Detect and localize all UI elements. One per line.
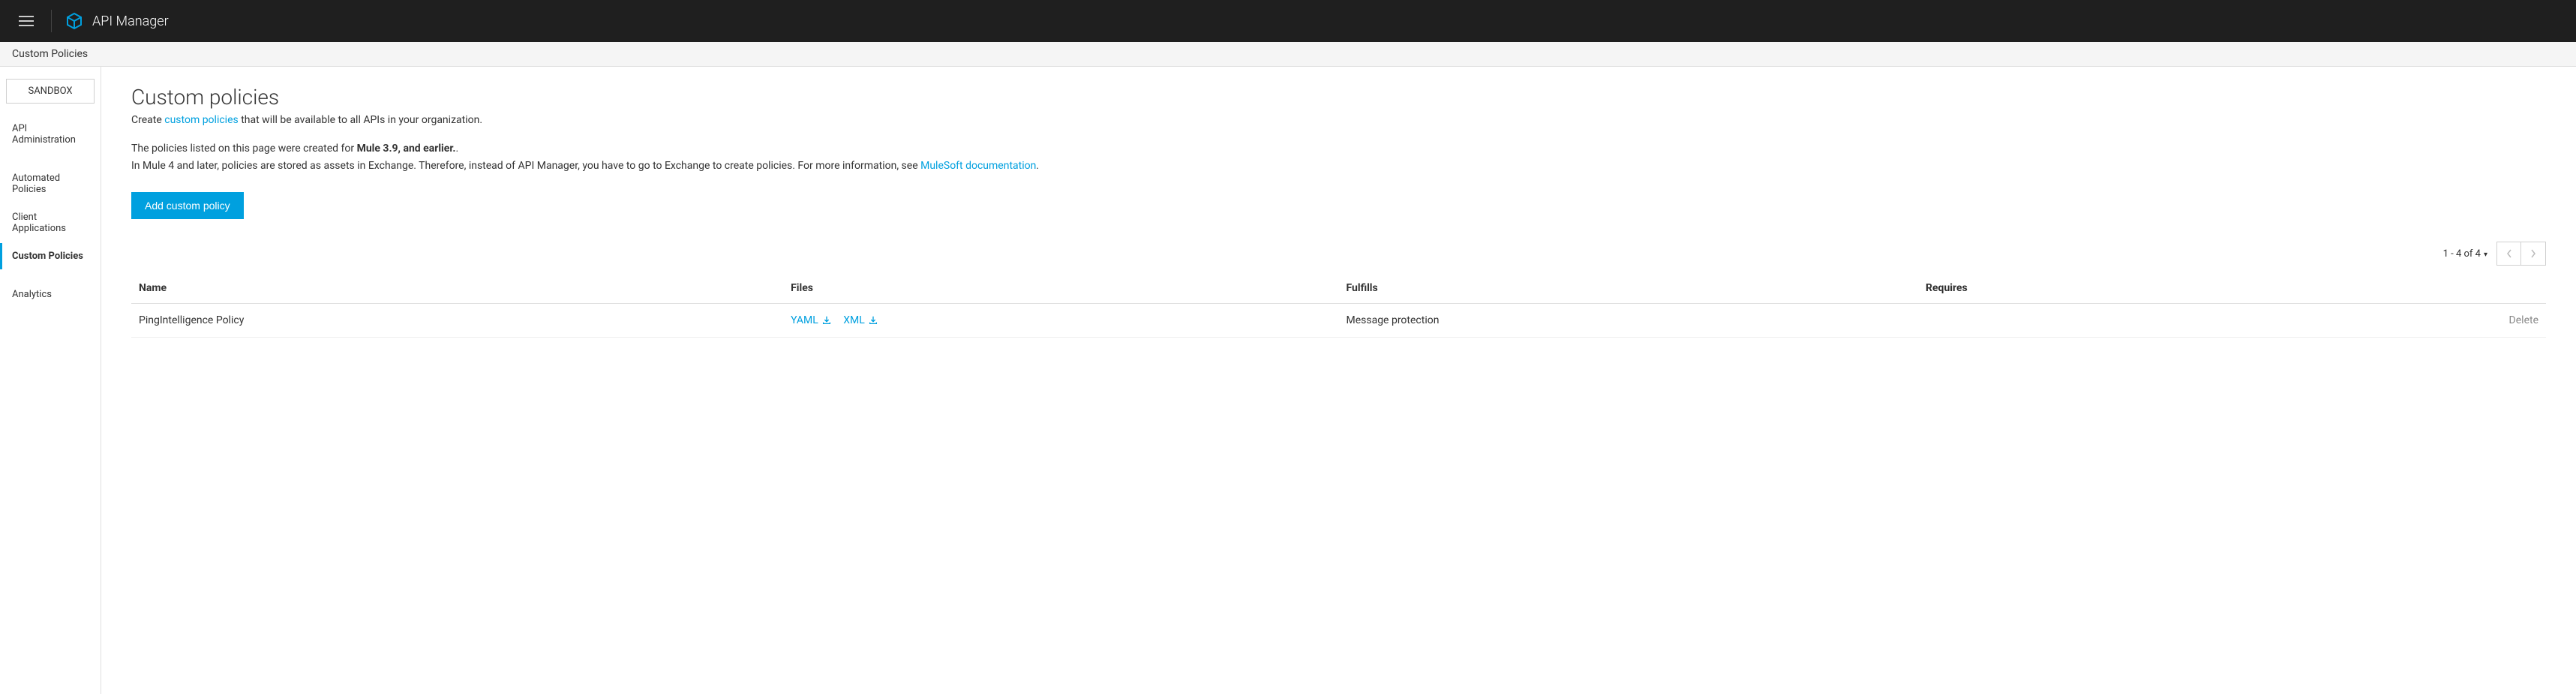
- sidebar-item-api-administration[interactable]: API Administration: [0, 116, 101, 153]
- subtitle-prefix: Create: [131, 114, 164, 126]
- info-line-1: The policies listed on this page were cr…: [131, 141, 2546, 157]
- info-line2-suffix: .: [1036, 160, 1039, 172]
- chevron-down-icon: ▾: [2484, 251, 2487, 259]
- sidebar-item-automated-policies[interactable]: Automated Policies: [0, 165, 101, 203]
- table-header-actions: [2352, 273, 2546, 304]
- pagination-prev-button[interactable]: [2497, 242, 2521, 265]
- header-divider: [51, 10, 52, 32]
- pagination-buttons: [2496, 242, 2546, 266]
- table-header-files: Files: [783, 273, 1338, 304]
- download-icon: [821, 315, 832, 326]
- main-content: Custom policies Create custom policies t…: [101, 67, 2576, 694]
- yaml-download-link[interactable]: YAML: [791, 314, 832, 326]
- policy-name-cell: PingIntelligence Policy: [131, 304, 783, 338]
- info-line1-prefix: The policies listed on this page were cr…: [131, 143, 357, 155]
- info-line-2: In Mule 4 and later, policies are stored…: [131, 158, 2546, 174]
- policy-fulfills-cell: Message protection: [1338, 304, 1918, 338]
- top-header: API Manager: [0, 0, 2576, 42]
- policy-actions-cell: Delete: [2352, 304, 2546, 338]
- pagination-range: 1 - 4 of 4: [2443, 248, 2481, 260]
- policy-files-cell: YAML XML: [783, 304, 1338, 338]
- chevron-right-icon: [2530, 249, 2536, 258]
- xml-label: XML: [843, 314, 865, 326]
- info-line1-suffix: .: [455, 143, 458, 155]
- policies-table: Name Files Fulfills Requires PingIntelli…: [131, 273, 2546, 338]
- table-header-name: Name: [131, 273, 783, 304]
- chevron-left-icon: [2506, 249, 2512, 258]
- pagination-text[interactable]: 1 - 4 of 4▾: [2443, 248, 2487, 260]
- breadcrumb-bar: Custom Policies: [0, 42, 2576, 67]
- table-header-fulfills: Fulfills: [1338, 273, 1918, 304]
- breadcrumb-current: Custom Policies: [12, 48, 88, 60]
- table-header-row: Name Files Fulfills Requires: [131, 273, 2546, 304]
- sidebar: SANDBOX API Administration Automated Pol…: [0, 67, 101, 694]
- app-title: API Manager: [92, 14, 169, 29]
- page-subtitle: Create custom policies that will be avai…: [131, 114, 2546, 126]
- mulesoft-documentation-link[interactable]: MuleSoft documentation: [920, 160, 1036, 172]
- sidebar-item-client-applications[interactable]: Client Applications: [0, 204, 101, 242]
- xml-download-link[interactable]: XML: [843, 314, 878, 326]
- delete-policy-link[interactable]: Delete: [2509, 314, 2538, 326]
- api-manager-logo-icon: [65, 12, 83, 30]
- pagination-next-button[interactable]: [2521, 242, 2545, 265]
- download-icon: [868, 315, 878, 326]
- info-line2-prefix: In Mule 4 and later, policies are stored…: [131, 160, 920, 172]
- pagination-bar: 1 - 4 of 4▾: [131, 242, 2546, 266]
- info-block: The policies listed on this page were cr…: [131, 141, 2546, 174]
- table-row: PingIntelligence Policy YAML XML: [131, 304, 2546, 338]
- yaml-label: YAML: [791, 314, 818, 326]
- policy-requires-cell: [1918, 304, 2352, 338]
- subtitle-suffix: that will be available to all APIs in yo…: [239, 114, 482, 126]
- table-header-requires: Requires: [1918, 273, 2352, 304]
- add-custom-policy-button[interactable]: Add custom policy: [131, 192, 244, 219]
- info-line1-bold: Mule 3.9, and earlier.: [357, 143, 456, 155]
- sidebar-item-analytics[interactable]: Analytics: [0, 281, 101, 308]
- custom-policies-link[interactable]: custom policies: [164, 114, 239, 126]
- hamburger-menu-icon[interactable]: [15, 12, 38, 30]
- environment-selector[interactable]: SANDBOX: [6, 79, 95, 104]
- sidebar-item-custom-policies[interactable]: Custom Policies: [0, 243, 101, 269]
- page-title: Custom policies: [131, 85, 2546, 110]
